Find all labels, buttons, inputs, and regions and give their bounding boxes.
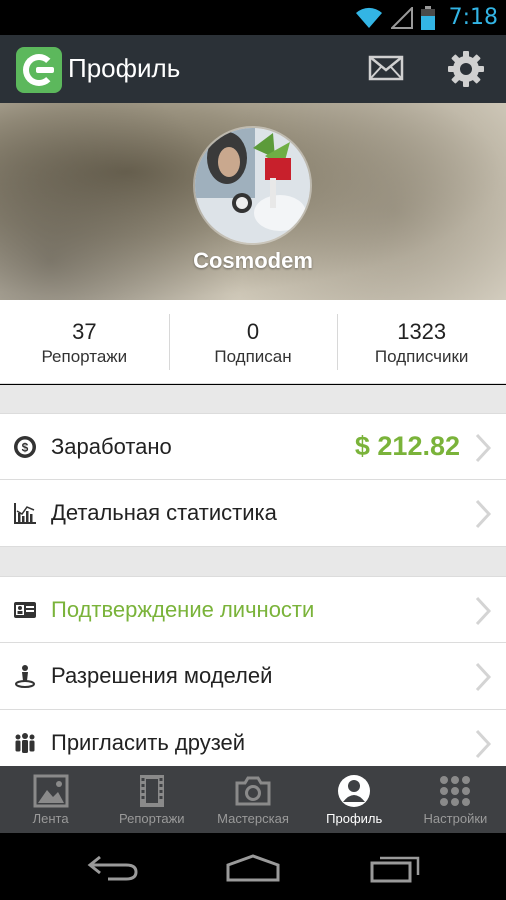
identity-row[interactable]: Подтверждение личности bbox=[0, 576, 506, 643]
chevron-right-icon bbox=[475, 433, 492, 463]
tab-workshop[interactable]: Мастерская bbox=[202, 766, 303, 833]
avatar[interactable] bbox=[195, 128, 310, 243]
page-title: Профиль bbox=[68, 53, 181, 83]
stat-value: 0 bbox=[246, 319, 260, 344]
stat-reports[interactable]: 37 Репортажи bbox=[0, 300, 169, 383]
chevron-right-icon bbox=[475, 662, 492, 692]
stat-value: 37 bbox=[72, 319, 97, 344]
gear-icon[interactable] bbox=[447, 50, 485, 88]
stat-label: Репортажи bbox=[41, 347, 128, 366]
invite-friends-label: Пригласить друзей bbox=[51, 730, 246, 755]
svg-text:$: $ bbox=[22, 441, 29, 455]
stat-label: Подписчики bbox=[374, 347, 469, 366]
action-bar: Профиль bbox=[0, 35, 506, 103]
app-logo[interactable] bbox=[16, 47, 62, 93]
tab-feed[interactable]: Лента bbox=[0, 766, 101, 833]
chevron-right-icon bbox=[475, 596, 492, 626]
bottom-tab-bar: Лента Репортажи Мастерская Профиль Настр… bbox=[0, 766, 506, 833]
stats-bar: 37 Репортажи 0 Подписан 1323 Подписчики bbox=[0, 300, 506, 384]
earned-value: $ 212.82 bbox=[354, 431, 460, 461]
mail-icon[interactable] bbox=[368, 53, 404, 83]
image-icon bbox=[33, 774, 69, 808]
profile-icon bbox=[338, 775, 371, 807]
tab-label: Профиль bbox=[326, 811, 383, 826]
film-icon bbox=[139, 775, 164, 807]
back-icon[interactable] bbox=[86, 853, 142, 883]
wifi-icon bbox=[355, 7, 382, 28]
signal-icon bbox=[390, 6, 413, 29]
username: Cosmodem bbox=[193, 248, 313, 273]
section-divider bbox=[0, 547, 506, 576]
tab-label: Репортажи bbox=[119, 811, 185, 826]
stat-value: 1323 bbox=[397, 319, 447, 344]
model-releases-label: Разрешения моделей bbox=[51, 663, 273, 688]
id-card-icon bbox=[14, 602, 36, 618]
person-icon bbox=[15, 665, 35, 688]
chevron-right-icon bbox=[475, 499, 492, 529]
tab-reports[interactable]: Репортажи bbox=[101, 766, 202, 833]
clock: 7:18 bbox=[448, 5, 498, 30]
profile-header: Cosmodem bbox=[0, 103, 506, 300]
stat-following[interactable]: 0 Подписан bbox=[168, 300, 338, 383]
statistics-row[interactable]: Детальная статистика bbox=[0, 480, 506, 547]
stat-followers[interactable]: 1323 Подписчики bbox=[337, 300, 506, 383]
home-icon[interactable] bbox=[225, 853, 281, 883]
identity-label: Подтверждение личности bbox=[51, 597, 315, 622]
earned-row[interactable]: $ Заработано $ 212.82 bbox=[0, 413, 506, 480]
tab-settings[interactable]: Настройки bbox=[405, 766, 506, 833]
stat-label: Подписан bbox=[214, 347, 292, 366]
grid-icon bbox=[440, 776, 471, 806]
camera-icon bbox=[235, 776, 271, 806]
status-bar: 7:18 bbox=[0, 0, 506, 35]
model-releases-row[interactable]: Разрешения моделей bbox=[0, 643, 506, 710]
chart-icon bbox=[14, 503, 36, 524]
section-divider bbox=[0, 385, 506, 413]
coin-icon: $ bbox=[14, 436, 36, 458]
statistics-label: Детальная статистика bbox=[51, 500, 277, 525]
chevron-right-icon bbox=[475, 729, 492, 759]
system-nav-bar bbox=[0, 833, 506, 900]
people-icon bbox=[15, 733, 35, 753]
tab-profile[interactable]: Профиль bbox=[304, 766, 405, 833]
tab-label: Лента bbox=[32, 811, 69, 826]
tab-label: Настройки bbox=[423, 811, 488, 826]
recents-icon[interactable] bbox=[368, 853, 424, 883]
battery-icon bbox=[420, 5, 435, 30]
tab-label: Мастерская bbox=[217, 811, 289, 826]
earned-label: Заработано bbox=[51, 434, 172, 459]
